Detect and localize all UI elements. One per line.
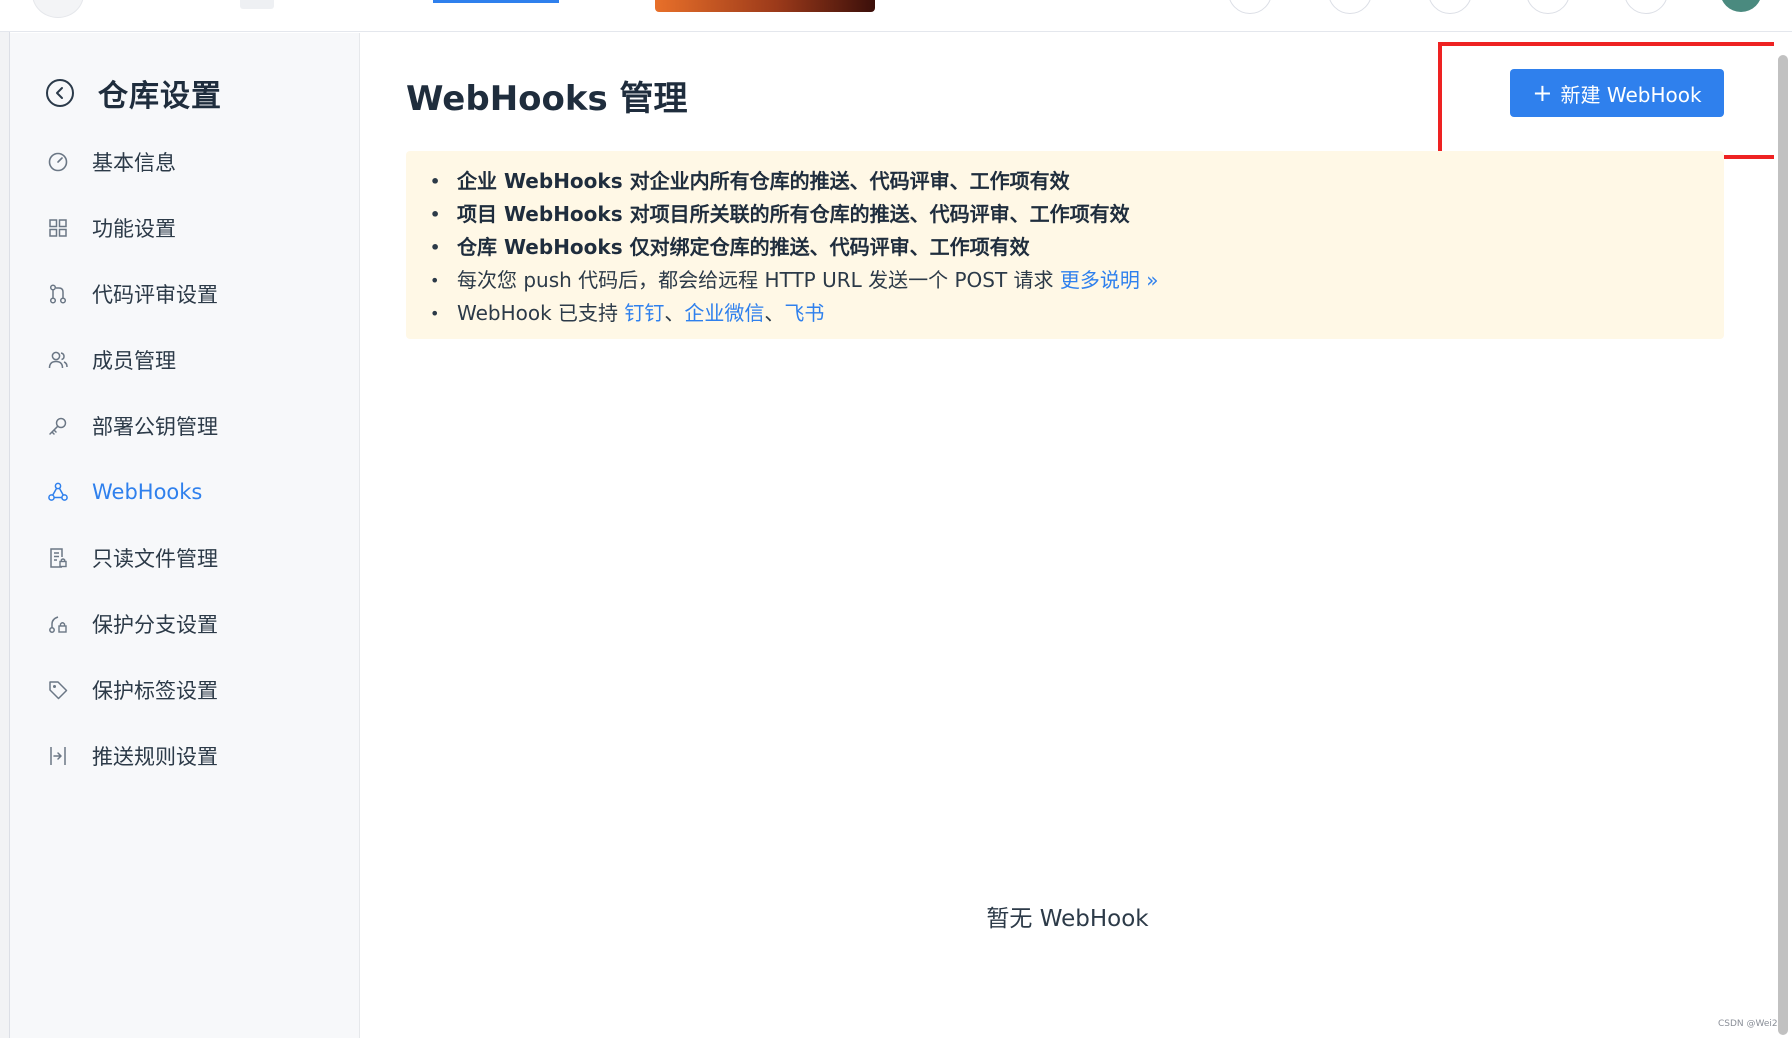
scrollbar[interactable] xyxy=(1774,33,1792,1038)
window-edge xyxy=(0,32,10,1038)
sidebar-item-label: 基本信息 xyxy=(92,151,176,175)
sidebar-item-label: 成员管理 xyxy=(92,349,176,373)
tag-icon xyxy=(46,678,70,702)
topbar-icon-button[interactable] xyxy=(1328,0,1372,14)
sidebar-item-label: WebHooks xyxy=(92,480,203,504)
logo-icon[interactable] xyxy=(32,0,84,18)
chevron-left-icon xyxy=(56,87,63,99)
sidebar-item-members[interactable]: 成员管理 xyxy=(10,327,360,393)
scrollbar-thumb[interactable] xyxy=(1778,55,1788,1035)
notice-item: 企业 WebHooks 对企业内所有仓库的推送、代码评审、工作项有效 xyxy=(430,165,1700,198)
topbar-icon-button[interactable] xyxy=(1228,0,1272,14)
sidebar-item-protected-branches[interactable]: 保护分支设置 xyxy=(10,591,360,657)
sidebar-item-label: 推送规则设置 xyxy=(92,745,218,769)
sidebar-item-label: 代码评审设置 xyxy=(92,283,218,307)
sidebar-nav: 基本信息 功能设置 代码评审设置 成员管理 部署公钥管理 WebHooks 只读… xyxy=(10,129,360,789)
topbar-icon-button[interactable] xyxy=(1624,0,1668,14)
active-tab-indicator xyxy=(433,0,559,3)
back-button[interactable] xyxy=(46,79,74,107)
page-title: WebHooks 管理 xyxy=(406,79,688,119)
branch-lock-icon xyxy=(46,612,70,636)
git-merge-icon xyxy=(46,282,70,306)
sidebar-item-readonly-files[interactable]: 只读文件管理 xyxy=(10,525,360,591)
notice-item: WebHook 已支持 钉钉、企业微信、飞书 xyxy=(430,297,1700,330)
settings-sidebar: 仓库设置 基本信息 功能设置 代码评审设置 成员管理 部署公钥管理 WebHoo… xyxy=(10,33,360,1038)
main-content: WebHooks 管理 + 新建 WebHook 企业 WebHooks 对企业… xyxy=(361,33,1790,1038)
watermark-credit: CSDN @Wei2 xyxy=(1718,1019,1778,1029)
key-icon xyxy=(46,414,70,438)
sidebar-item-label: 保护分支设置 xyxy=(92,613,218,637)
top-navbar xyxy=(0,0,1792,32)
notice-item: 每次您 push 代码后，都会给远程 HTTP URL 发送一个 POST 请求… xyxy=(430,264,1700,297)
sidebar-item-webhooks[interactable]: WebHooks xyxy=(10,459,360,525)
sidebar-title: 仓库设置 xyxy=(98,79,222,114)
sidebar-item-push-rules[interactable]: 推送规则设置 xyxy=(10,723,360,789)
topbar-icon-button[interactable] xyxy=(1428,0,1472,14)
sidebar-item-protected-tags[interactable]: 保护标签设置 xyxy=(10,657,360,723)
sidebar-item-code-review[interactable]: 代码评审设置 xyxy=(10,261,360,327)
sidebar-item-label: 只读文件管理 xyxy=(92,547,218,571)
new-webhook-button-label: 新建 WebHook xyxy=(1560,82,1702,107)
users-icon xyxy=(46,348,70,372)
plus-icon: + xyxy=(1532,79,1553,107)
sidebar-item-basic-info[interactable]: 基本信息 xyxy=(10,129,360,195)
sidebar-item-label: 部署公钥管理 xyxy=(92,415,218,439)
dingtalk-link[interactable]: 钉钉 xyxy=(624,301,664,325)
sidebar-item-deploy-keys[interactable]: 部署公钥管理 xyxy=(10,393,360,459)
info-notice: 企业 WebHooks 对企业内所有仓库的推送、代码评审、工作项有效 项目 We… xyxy=(406,151,1724,339)
grid-icon xyxy=(46,216,70,240)
new-webhook-button[interactable]: + 新建 WebHook xyxy=(1510,69,1724,117)
sidebar-header: 仓库设置 xyxy=(46,71,222,115)
wecom-link[interactable]: 企业微信 xyxy=(684,301,764,325)
badge xyxy=(240,0,274,9)
notice-item: 项目 WebHooks 对项目所关联的所有仓库的推送、代码评审、工作项有效 xyxy=(430,198,1700,231)
more-info-link[interactable]: 更多说明 » xyxy=(1060,268,1159,292)
gauge-icon xyxy=(46,150,70,174)
topbar-icon-button[interactable] xyxy=(1526,0,1570,14)
sidebar-item-features[interactable]: 功能设置 xyxy=(10,195,360,261)
file-lock-icon xyxy=(46,546,70,570)
promo-banner[interactable] xyxy=(655,0,875,12)
sidebar-item-label: 功能设置 xyxy=(92,217,176,241)
sidebar-item-label: 保护标签设置 xyxy=(92,679,218,703)
empty-state-text: 暂无 WebHook xyxy=(986,906,1149,932)
webhook-icon xyxy=(46,480,70,504)
notice-item: 仓库 WebHooks 仅对绑定仓库的推送、代码评审、工作项有效 xyxy=(430,231,1700,264)
push-rule-icon xyxy=(46,744,70,768)
avatar[interactable] xyxy=(1720,0,1762,12)
feishu-link[interactable]: 飞书 xyxy=(784,301,824,325)
